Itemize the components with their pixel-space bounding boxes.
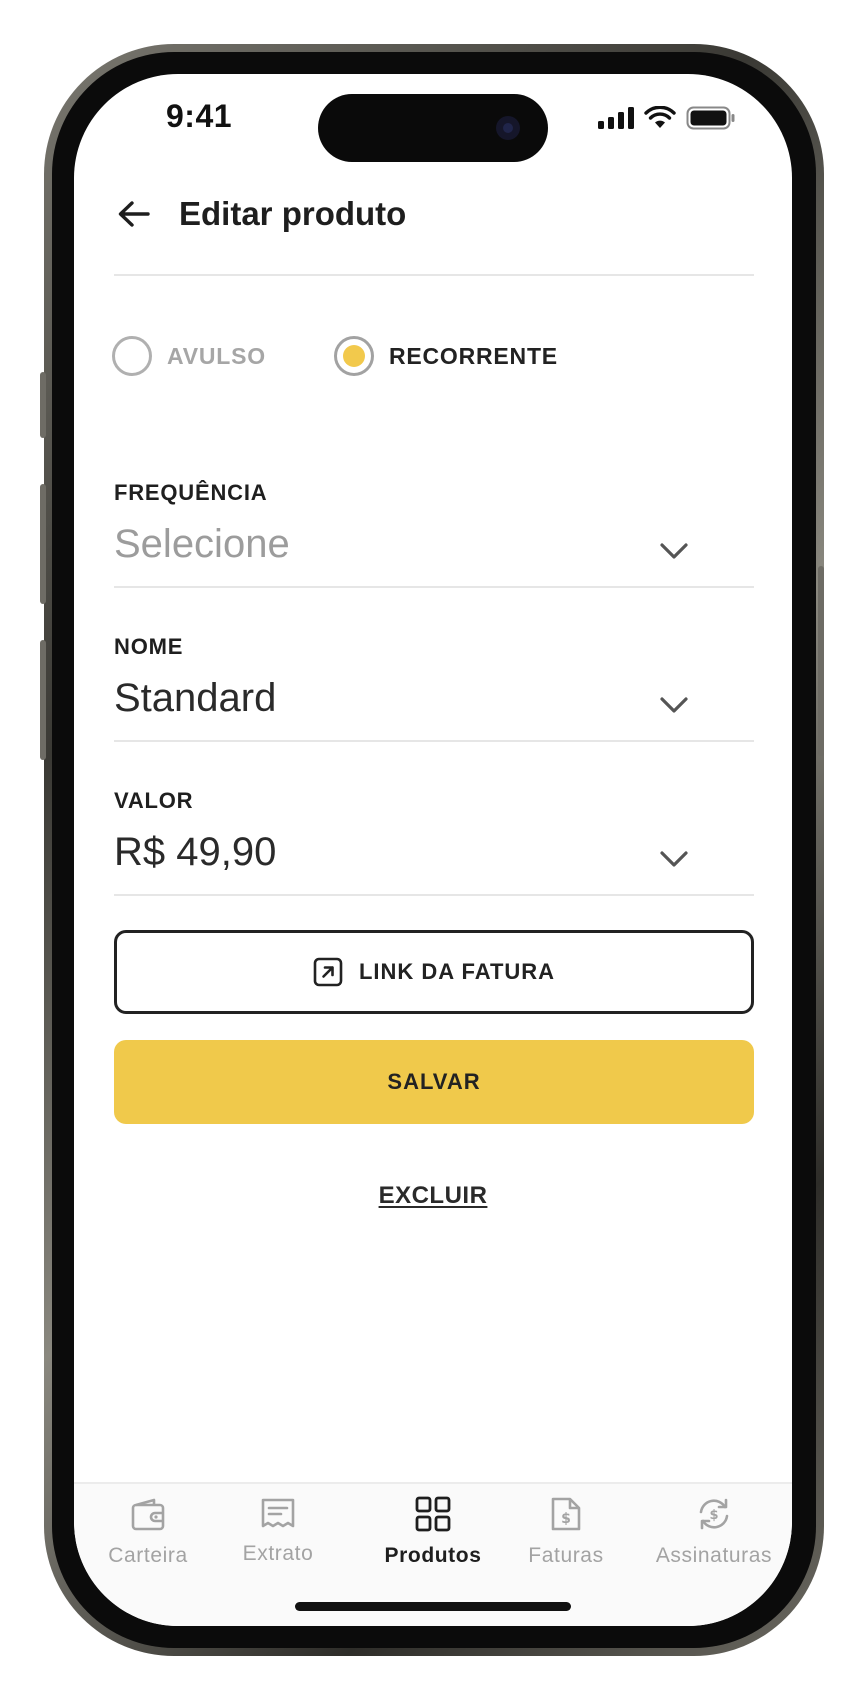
wifi-icon	[644, 106, 676, 128]
grid-icon	[415, 1496, 451, 1532]
home-indicator[interactable]	[295, 1602, 571, 1611]
receipt-icon	[261, 1498, 295, 1528]
valor-field[interactable]: R$ 49,90	[114, 830, 276, 875]
tab-produtos-label: Produtos	[384, 1544, 482, 1567]
volume-up-button	[40, 484, 46, 604]
chevron-down-icon	[660, 543, 688, 559]
back-button[interactable]	[114, 194, 154, 234]
tab-assinaturas-label: Assinaturas	[655, 1544, 773, 1567]
valor-label: VALOR	[114, 788, 194, 813]
radio-avulso-label: AVULSO	[167, 342, 266, 369]
external-link-icon	[313, 957, 343, 987]
arrow-left-icon	[118, 201, 150, 227]
app-screen: 9:41 Editar produto AVULSO RECORRENTE FR…	[74, 74, 792, 1626]
battery-icon	[686, 106, 735, 130]
tab-extrato-label: Extrato	[242, 1542, 314, 1565]
chevron-down-icon	[660, 851, 688, 867]
tab-faturas-label: Faturas	[528, 1544, 604, 1567]
radio-recorrente[interactable]: RECORRENTE	[333, 336, 558, 376]
invoice-link-label: LINK DA FATURA	[358, 959, 556, 984]
page-title: Editar produto	[179, 195, 407, 232]
tab-produtos[interactable]: Produtos	[363, 1494, 503, 1568]
nome-dropdown-toggle[interactable]	[654, 690, 694, 720]
frequencia-dropdown-toggle[interactable]	[654, 536, 694, 566]
product-type-selector: AVULSO RECORRENTE	[112, 336, 558, 376]
status-icons	[598, 106, 736, 130]
save-button[interactable]: SALVAR	[114, 1040, 754, 1124]
radio-selected-dot	[342, 345, 365, 367]
volume-down-button	[40, 640, 46, 760]
tab-faturas[interactable]: $ Faturas	[496, 1494, 636, 1568]
radio-avulso[interactable]: AVULSO	[112, 336, 266, 376]
subscription-cycle-icon: $	[699, 1498, 729, 1530]
status-time: 9:41	[166, 98, 233, 134]
valor-dropdown-toggle[interactable]	[654, 844, 694, 874]
tab-carteira-label: Carteira	[108, 1544, 188, 1567]
valor-underline	[114, 894, 754, 896]
frequencia-underline	[114, 586, 754, 588]
delete-link[interactable]: EXCLUIR	[379, 1182, 488, 1209]
tab-assinaturas[interactable]: $ Assinaturas	[644, 1494, 784, 1568]
nome-underline	[114, 740, 754, 742]
tab-carteira[interactable]: Carteira	[78, 1494, 218, 1568]
radio-recorrente-circle	[333, 336, 374, 376]
cellular-signal-icon	[598, 107, 634, 129]
frequencia-label: FREQUÊNCIA	[114, 480, 268, 505]
chevron-down-icon	[660, 697, 688, 713]
delete-link-container: EXCLUIR	[74, 1182, 792, 1210]
nome-label: NOME	[114, 634, 184, 659]
svg-text:$: $	[709, 1508, 718, 1523]
power-button	[818, 566, 824, 756]
wallet-icon	[131, 1498, 165, 1531]
tab-extrato[interactable]: Extrato	[208, 1494, 348, 1566]
frequencia-select[interactable]: Selecione	[114, 522, 290, 567]
svg-text:$: $	[561, 1511, 571, 1527]
radio-recorrente-label: RECORRENTE	[388, 342, 558, 369]
invoice-dollar-icon: $	[551, 1497, 581, 1531]
invoice-link-button[interactable]: LINK DA FATURA	[114, 930, 754, 1014]
front-camera	[496, 116, 520, 140]
action-button	[40, 372, 46, 438]
app-header: Editar produto	[114, 184, 754, 244]
nome-select[interactable]: Standard	[114, 676, 276, 721]
dynamic-island	[318, 94, 548, 162]
radio-avulso-circle	[112, 336, 152, 376]
header-divider	[114, 274, 754, 276]
